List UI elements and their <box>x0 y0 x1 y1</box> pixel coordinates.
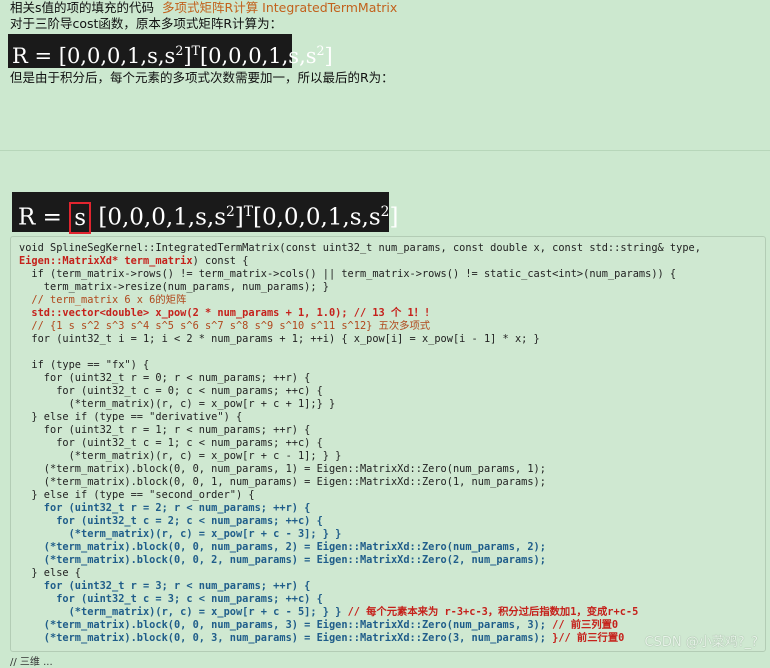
code-token: } else { <box>19 567 81 579</box>
code-comment: // {1 s s^2 s^3 s^4 s^5 s^6 s^7 s^8 s^9 … <box>19 320 431 332</box>
code-block[interactable]: void SplineSegKernel::IntegratedTermMatr… <box>10 236 766 652</box>
article-link[interactable]: 多项式矩阵R计算 IntegratedTermMatrix <box>162 0 397 15</box>
code-token: (*term_matrix).block(0, 0, 3, num_params… <box>19 632 546 644</box>
code-token: (*term_matrix)(r, c) = x_pow[r + c - 3];… <box>19 528 342 540</box>
code-token: (*term_matrix)(r, c) = x_pow[r + c - 5];… <box>19 606 342 618</box>
code-line: } else { <box>19 567 757 580</box>
code-token: std::vector<double> x_pow(2 * num_params… <box>19 307 431 319</box>
code-line: if (type == "fx") { <box>19 359 757 372</box>
code-token: (*term_matrix).block(0, 0, num_params, 2… <box>19 541 546 553</box>
code-line: for (uint32_t i = 1; i < 2 * num_params … <box>19 333 757 346</box>
code-token: for (uint32_t r = 3; r < num_params; ++r… <box>19 580 311 592</box>
code-token: for (uint32_t c = 1; c < num_params; ++c… <box>19 437 323 449</box>
code-comment: // term_matrix 6 x 6的矩阵 <box>19 294 187 306</box>
code-line: (*term_matrix)(r, c) = x_pow[r + c + 1];… <box>19 398 757 411</box>
code-token: (*term_matrix)(r, c) = x_pow[r + c - 1];… <box>19 450 342 462</box>
intro-text: 相关s值的项的填充的代码 <box>10 0 155 15</box>
cut-off-comment: // 三维 ... <box>10 657 53 668</box>
code-token: if (term_matrix->rows() != term_matrix->… <box>19 268 677 280</box>
code-line: (*term_matrix)(r, c) = x_pow[r + c - 3];… <box>19 528 757 541</box>
code-token: ) const { <box>192 255 249 267</box>
code-token: for (uint32_t r = 1; r < num_params; ++r… <box>19 424 311 436</box>
code-comment: }// 前三行置0 <box>545 632 625 644</box>
code-line: (*term_matrix).block(0, 0, num_params, 1… <box>19 463 757 476</box>
code-line: (*term_matrix)(r, c) = x_pow[r + c - 5];… <box>19 606 757 619</box>
section-divider <box>0 150 770 151</box>
original-r-formula: R = [0,0,0,1,s,s2]T[0,0,0,1,s,s2] <box>8 34 333 68</box>
csdn-watermark: CSDN @小菜鸡?_? <box>644 635 759 650</box>
code-token: (*term_matrix).block(0, 0, 1, num_params… <box>19 476 546 488</box>
code-token: } else if (type == "derivative") { <box>19 411 243 423</box>
code-line: void SplineSegKernel::IntegratedTermMatr… <box>19 242 757 255</box>
code-token: term_matrix->resize(num_params, num_para… <box>19 281 329 293</box>
code-token: for (uint32_t c = 3; c < num_params; ++c… <box>19 593 323 605</box>
code-line: (*term_matrix).block(0, 0, num_params, 2… <box>19 541 757 554</box>
code-line: for (uint32_t c = 3; c < num_params; ++c… <box>19 593 757 606</box>
code-line: for (uint32_t r = 2; r < num_params; ++r… <box>19 502 757 515</box>
code-token: (*term_matrix).block(0, 0, num_params, 3… <box>19 619 546 631</box>
code-token: (*term_matrix).block(0, 0, 2, num_params… <box>19 554 546 566</box>
code-token: Eigen::MatrixXd* term_matrix <box>19 255 193 267</box>
code-line: for (uint32_t r = 0; r < num_params; ++r… <box>19 372 757 385</box>
code-comment: // 前三列置0 <box>545 619 619 631</box>
code-line: for (uint32_t c = 2; c < num_params; ++c… <box>19 515 757 528</box>
highlighted-s: s <box>69 201 92 234</box>
code-line: for (uint32_t c = 0; c < num_params; ++c… <box>19 385 757 398</box>
code-token: (*term_matrix).block(0, 0, num_params, 1… <box>19 463 546 475</box>
code-line: (*term_matrix).block(0, 0, 1, num_params… <box>19 476 757 489</box>
code-line: term_matrix->resize(num_params, num_para… <box>19 281 757 294</box>
code-line: for (uint32_t r = 1; r < num_params; ++r… <box>19 424 757 437</box>
code-token: (*term_matrix)(r, c) = x_pow[r + c + 1];… <box>19 398 336 410</box>
code-token: for (uint32_t i = 1; i < 2 * num_params … <box>19 333 540 345</box>
code-line: // term_matrix 6 x 6的矩阵 <box>19 294 757 307</box>
code-token: for (uint32_t c = 2; c < num_params; ++c… <box>19 515 323 527</box>
code-token: void SplineSegKernel::IntegratedTermMatr… <box>19 242 701 254</box>
code-line: } else if (type == "derivative") { <box>19 411 757 424</box>
code-token: if (type == "fx") { <box>19 359 150 371</box>
code-line: (*term_matrix).block(0, 0, 2, num_params… <box>19 554 757 567</box>
description-line: 对于三阶导cost函数，原本多项式矩阵R计算为： <box>10 16 283 31</box>
code-token: for (uint32_t c = 0; c < num_params; ++c… <box>19 385 323 397</box>
code-line: if (term_matrix->rows() != term_matrix->… <box>19 268 757 281</box>
intro-line: 相关s值的项的填充的代码 多项式矩阵R计算 IntegratedTermMatri… <box>10 0 397 16</box>
final-r-formula: R = s [0,0,0,1,s,s2]T[0,0,0,1,s,s2] <box>12 192 398 234</box>
code-line: Eigen::MatrixXd* term_matrix) const { <box>19 255 757 268</box>
code-line: for (uint32_t r = 3; r < num_params; ++r… <box>19 580 757 593</box>
code-line: } else if (type == "second_order") { <box>19 489 757 502</box>
code-token: for (uint32_t r = 2; r < num_params; ++r… <box>19 502 311 514</box>
code-comment: // 每个元素本来为 r-3+c-3，积分过后指数加1，变成r+c-5 <box>341 606 639 618</box>
code-line: std::vector<double> x_pow(2 * num_params… <box>19 307 757 320</box>
code-line: for (uint32_t c = 1; c < num_params; ++c… <box>19 437 757 450</box>
code-line: // {1 s s^2 s^3 s^4 s^5 s^6 s^7 s^8 s^9 … <box>19 320 757 333</box>
code-token: } else if (type == "second_order") { <box>19 489 255 501</box>
code-line: (*term_matrix)(r, c) = x_pow[r + c - 1];… <box>19 450 757 463</box>
explanation-line: 但是由于积分后，每个元素的多项式次数需要加一，所以最后的R为： <box>10 70 394 85</box>
code-token: for (uint32_t r = 0; r < num_params; ++r… <box>19 372 311 384</box>
